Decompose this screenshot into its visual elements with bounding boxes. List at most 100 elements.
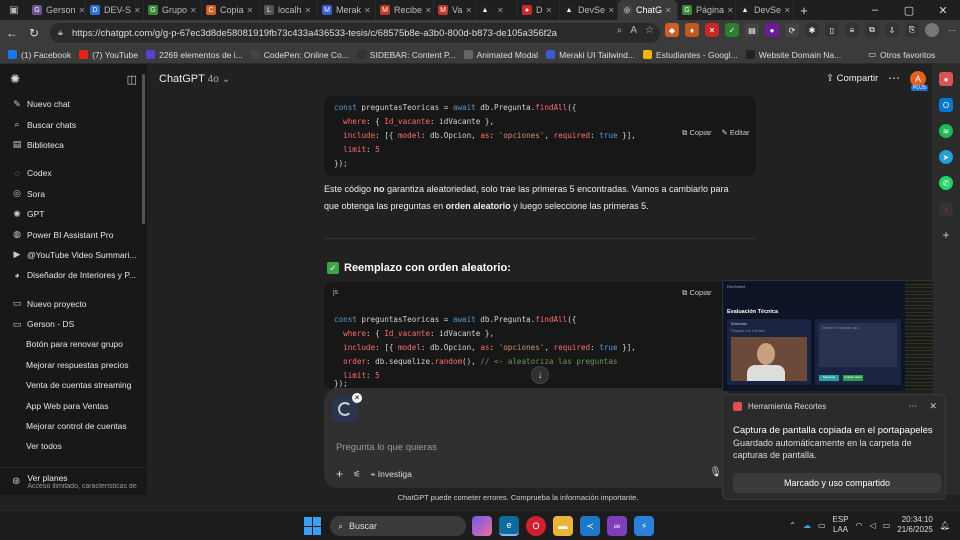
sidebar-gpt-sora[interactable]: ◎ Sora	[0, 184, 147, 204]
close-window-button[interactable]: ✕	[926, 0, 960, 20]
project-chat-item[interactable]: Mejorar control de cuentas	[0, 416, 147, 436]
visual-studio-icon[interactable]: ∞	[607, 516, 627, 536]
snipping-tool-notification[interactable]: Herramienta Recortes ⋯ ✕ Captura de pant…	[722, 394, 946, 500]
toggle-sidebar-icon[interactable]: ◫	[127, 73, 137, 86]
project-chat-item[interactable]: Botón para renovar grupo	[0, 334, 147, 354]
shield-extension-icon[interactable]: ✓	[725, 23, 739, 37]
bookmark-item[interactable]: SIDEBAR: Content P...	[356, 50, 456, 60]
vscode-icon[interactable]: ≺	[580, 516, 600, 536]
favorite-star-icon[interactable]: ☆	[645, 25, 654, 36]
project-chat-item[interactable]: Venta de cuentas streaming	[0, 375, 147, 395]
browser-tab[interactable]: ● D ✕	[518, 0, 560, 20]
close-tab-icon[interactable]: ✕	[465, 6, 472, 15]
reload-button[interactable]: ↻	[24, 23, 44, 43]
rail-app-icon[interactable]: ●	[939, 72, 953, 86]
sidebar-item-biblioteca[interactable]: ▤ Biblioteca	[0, 135, 147, 155]
extension-icon[interactable]: ▤	[745, 23, 759, 37]
workspaces-icon[interactable]: ▣	[0, 0, 28, 20]
file-explorer-icon[interactable]: ▬	[553, 516, 573, 536]
close-tab-icon[interactable]: ✕	[784, 6, 791, 15]
browser-tab[interactable]: Llocalh ✕	[260, 0, 318, 20]
menu-dots-icon[interactable]: ⋯	[945, 23, 959, 37]
new-tab-button[interactable]: +	[794, 3, 814, 18]
extension-icon[interactable]: ♦	[685, 23, 699, 37]
notification-options-icon[interactable]: ⋯	[908, 401, 917, 412]
download-icon[interactable]: ⇩	[885, 23, 899, 37]
notifications-bell-icon[interactable]: 🔔︎	[940, 521, 950, 530]
sidebar-gpt-codex[interactable]: ◌ Codex	[0, 163, 147, 183]
taskbar-search[interactable]: ⌕ Buscar	[330, 516, 466, 536]
browser-tab[interactable]: M Merak ✕	[318, 0, 376, 20]
browser-tab[interactable]: ▲ ✕	[476, 0, 518, 20]
bookmark-item[interactable]: Website Domain Na...	[745, 50, 841, 60]
collections-icon[interactable]: ⧉	[865, 23, 879, 37]
bookmark-item[interactable]: Animated Modal	[463, 50, 538, 60]
opera-icon[interactable]: O	[526, 516, 546, 536]
close-tab-icon[interactable]: ✕	[247, 6, 254, 15]
browser-tab[interactable]: ▲ DevSe ✕	[736, 0, 794, 20]
puzzle-icon[interactable]: ✱	[805, 23, 819, 37]
edge-icon[interactable]: e	[499, 516, 519, 536]
picture-in-picture-window[interactable]: DevSelect Evaluación Técnica Entrevista …	[722, 280, 933, 391]
openai-logo-icon[interactable]: ✺	[10, 72, 20, 86]
sidebar-item-buscar-chats[interactable]: ⌕ Buscar chats	[0, 114, 147, 134]
browser-tab[interactable]: M Va ✕	[434, 0, 476, 20]
read-aloud-icon[interactable]: A	[630, 25, 637, 36]
edit-code-button[interactable]: ✎ Editar	[722, 128, 750, 138]
bookmark-item[interactable]: Meraki UI Tailwind...	[546, 50, 635, 60]
sidebar-gpt-youtube-video-summari[interactable]: ▶ @YouTube Video Summari...	[0, 245, 147, 265]
close-tab-icon[interactable]: ✕	[727, 6, 734, 15]
project-gerson-ds[interactable]: ▭ Gerson - DS	[0, 314, 147, 334]
microphone-icon[interactable]: 🎙︎	[709, 467, 722, 478]
model-selector[interactable]: ChatGPT 4o ⌄	[159, 73, 230, 85]
browser-tab[interactable]: D DEV-S ✕	[86, 0, 144, 20]
browser-tab[interactable]: ▲ DevSe ✕	[560, 0, 618, 20]
copy-code-button[interactable]: ⧉ Copiar	[682, 128, 712, 138]
close-tab-icon[interactable]: ✕	[665, 6, 672, 15]
telegram-icon[interactable]: ➤	[939, 150, 953, 164]
bookmark-item[interactable]: Estudiantes - Googl...	[642, 50, 738, 60]
sidebar-scrollbar[interactable]	[142, 74, 145, 224]
bookmark-item[interactable]: (7) YouTube	[79, 50, 138, 60]
close-tab-icon[interactable]: ✕	[364, 6, 371, 15]
browser-tab[interactable]: G Grupo ✕	[144, 0, 202, 20]
bookmark-item[interactable]: 2269 elementos de i...	[146, 50, 243, 60]
close-icon[interactable]: ✕	[929, 401, 937, 412]
outlook-icon[interactable]: O	[939, 98, 953, 112]
maximize-button[interactable]: ▢	[892, 0, 926, 20]
close-tab-icon[interactable]: ✕	[190, 6, 197, 15]
close-tab-icon[interactable]: ✕	[546, 6, 553, 15]
tools-icon[interactable]: ⚟	[353, 469, 361, 480]
start-button[interactable]	[304, 517, 322, 535]
spotify-icon[interactable]: ≋	[939, 124, 953, 138]
sidebar-gpt-gpt[interactable]: ✺ GPT	[0, 204, 147, 224]
url-bar[interactable]: 🔒︎ https://chatgpt.com/g/g-p-67ec3d8de58…	[50, 23, 660, 43]
close-tab-icon[interactable]: ✕	[134, 6, 141, 15]
volume-icon[interactable]: ◁	[870, 521, 876, 530]
project-chat-item[interactable]: App Web para Ventas	[0, 395, 147, 415]
extension-icon[interactable]: ●	[765, 23, 779, 37]
split-screen-icon[interactable]: ▯	[825, 23, 839, 37]
onedrive-icon[interactable]: ☁	[803, 521, 811, 530]
extension-icon[interactable]: ◆	[665, 23, 679, 37]
browser-tab[interactable]: M Recibe ✕	[376, 0, 434, 20]
battery-icon[interactable]: ▭	[883, 521, 891, 530]
new-project-button[interactable]: ▭ Nuevo proyecto	[0, 294, 147, 314]
scroll-down-button[interactable]: ↓	[531, 366, 549, 384]
clock[interactable]: 20:34:10 21/6/2025	[897, 515, 933, 535]
minimize-button[interactable]: –	[858, 0, 892, 20]
wifi-icon[interactable]: ◠	[856, 521, 863, 530]
view-plans-button[interactable]: ⊛ Ver planes Acceso ilimitado, caracterí…	[0, 467, 148, 495]
sidebar-item-nuevo-chat[interactable]: ✎ Nuevo chat	[0, 94, 147, 114]
close-tab-icon[interactable]: ✕	[305, 6, 312, 15]
browser-tab[interactable]: C Copia ✕	[202, 0, 260, 20]
favorites-icon[interactable]: ≡	[845, 23, 859, 37]
close-tab-icon[interactable]: ✕	[497, 6, 504, 15]
profile-avatar-icon[interactable]	[925, 23, 939, 37]
markup-share-button[interactable]: Marcado y uso compartido	[733, 473, 941, 493]
browser-tab[interactable]: ◎ ChatG ✕	[618, 0, 678, 20]
sidebar-gpt-power-bi-assistant-pro[interactable]: ◍ Power BI Assistant Pro	[0, 224, 147, 244]
other-favorites[interactable]: ▭ Otros favoritos	[868, 49, 935, 60]
remove-attachment-icon[interactable]: ✕	[352, 393, 362, 403]
add-attachment-icon[interactable]: +	[336, 467, 343, 481]
